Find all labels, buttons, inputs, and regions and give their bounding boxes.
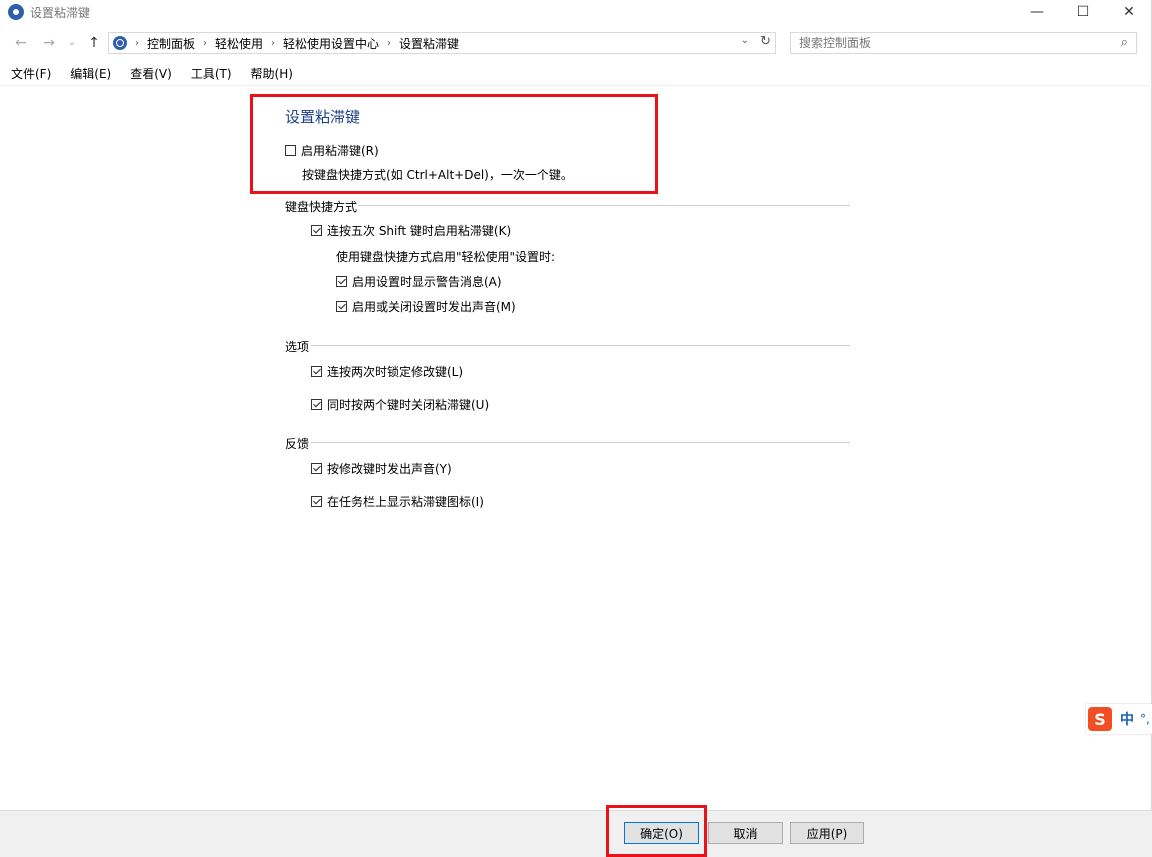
section-divider [358,205,850,206]
navigation-bar: ← → ⌄ ↑ › 控制面板 › 轻松使用 › 轻松使用设置中心 › 设置粘滞键… [0,28,1152,58]
shift-five-checkbox[interactable] [311,225,322,236]
toggle-sound-label[interactable]: 启用或关闭设置时发出声音(M) [352,298,516,315]
chevron-right-icon[interactable]: › [271,38,275,49]
control-panel-icon [8,4,24,20]
shift-five-label[interactable]: 连按五次 Shift 键时启用粘滞键(K) [327,222,511,239]
toggle-sound-option[interactable]: 启用或关闭设置时发出声音(M) [336,298,516,315]
menu-file[interactable]: 文件(F) [0,64,59,84]
address-bar[interactable]: › 控制面板 › 轻松使用 › 轻松使用设置中心 › 设置粘滞键 ⌄ ↻ [108,32,776,54]
modifier-beep-option[interactable]: 按修改键时发出声音(Y) [311,460,452,477]
breadcrumb-ease-of-access-center[interactable]: 轻松使用设置中心 [283,35,379,52]
chevron-down-icon[interactable]: ⌄ [741,35,749,46]
highlight-box [250,94,658,194]
refresh-icon[interactable]: ↻ [760,34,771,49]
breadcrumb-control-panel[interactable]: 控制面板 [147,35,195,52]
section-options: 选项 [285,340,310,354]
shortcut-sub-description: 使用键盘快捷方式启用"轻松使用"设置时: [336,250,556,264]
ime-punctuation-indicator[interactable]: °, [1140,712,1150,726]
ime-status-bar[interactable]: S 中 °, [1086,704,1152,734]
chevron-right-icon[interactable]: › [203,38,207,49]
taskbar-icon-checkbox[interactable] [311,496,322,507]
breadcrumb-sticky-keys[interactable]: 设置粘滞键 [399,35,459,52]
close-button[interactable]: ✕ [1106,0,1152,24]
warning-message-checkbox[interactable] [336,276,347,287]
dialog-button-bar: 确定(O) 取消 应用(P) [0,805,1152,857]
window-controls: — ☐ ✕ [1014,0,1152,24]
ok-button-highlight [606,805,707,857]
section-feedback: 反馈 [285,437,310,451]
section-divider [311,442,850,443]
forward-arrow-icon[interactable]: → [40,34,58,52]
lock-modifier-checkbox[interactable] [311,366,322,377]
up-arrow-icon[interactable]: ↑ [85,34,103,52]
modifier-beep-label[interactable]: 按修改键时发出声音(Y) [327,460,452,477]
modifier-beep-checkbox[interactable] [311,463,322,474]
main-content: 设置粘滞键 启用粘滞键(R) 按键盘快捷方式(如 Ctrl+Alt+Del)，一… [0,86,1152,810]
back-arrow-icon[interactable]: ← [12,34,30,52]
turn-off-two-keys-checkbox[interactable] [311,399,322,410]
lock-modifier-label[interactable]: 连按两次时锁定修改键(L) [327,363,463,380]
search-input[interactable] [797,33,1101,53]
breadcrumb-ease-of-access[interactable]: 轻松使用 [215,35,263,52]
toggle-sound-checkbox[interactable] [336,301,347,312]
minimize-button[interactable]: — [1014,0,1060,24]
title-bar: 设置粘滞键 — ☐ ✕ [0,0,1152,24]
menu-edit[interactable]: 编辑(E) [59,64,119,84]
taskbar-icon-option[interactable]: 在任务栏上显示粘滞键图标(I) [311,493,484,510]
recent-locations-chevron-icon[interactable]: ⌄ [63,34,81,52]
section-divider [311,345,850,346]
warning-message-option[interactable]: 启用设置时显示警告消息(A) [336,273,502,290]
turn-off-two-keys-option[interactable]: 同时按两个键时关闭粘滞键(U) [311,396,489,413]
control-panel-icon [113,36,127,50]
menu-bar: 文件(F) 编辑(E) 查看(V) 工具(T) 帮助(H) [0,64,301,84]
menu-tools[interactable]: 工具(T) [180,64,240,84]
warning-message-label[interactable]: 启用设置时显示警告消息(A) [352,273,502,290]
menu-help[interactable]: 帮助(H) [240,64,301,84]
search-box: ⌕ [790,32,1137,54]
chevron-right-icon[interactable]: › [387,38,391,49]
apply-button[interactable]: 应用(P) [790,822,864,844]
search-icon[interactable]: ⌕ [1121,35,1128,50]
cancel-button[interactable]: 取消 [708,822,783,844]
ime-mode-indicator[interactable]: 中 [1120,709,1134,729]
turn-off-two-keys-label[interactable]: 同时按两个键时关闭粘滞键(U) [327,396,489,413]
lock-modifier-option[interactable]: 连按两次时锁定修改键(L) [311,363,463,380]
control-panel-window: 设置粘滞键 — ☐ ✕ ← → ⌄ ↑ › 控制面板 › 轻松使用 › 轻松使用… [0,0,1152,857]
sogou-logo-icon: S [1088,707,1112,731]
section-keyboard-shortcut: 键盘快捷方式 [285,200,358,214]
chevron-right-icon[interactable]: › [135,38,139,49]
menu-view[interactable]: 查看(V) [119,64,180,84]
window-title: 设置粘滞键 [30,5,91,20]
maximize-button[interactable]: ☐ [1060,0,1106,24]
taskbar-icon-label[interactable]: 在任务栏上显示粘滞键图标(I) [327,493,484,510]
shift-five-option[interactable]: 连按五次 Shift 键时启用粘滞键(K) [311,222,511,239]
